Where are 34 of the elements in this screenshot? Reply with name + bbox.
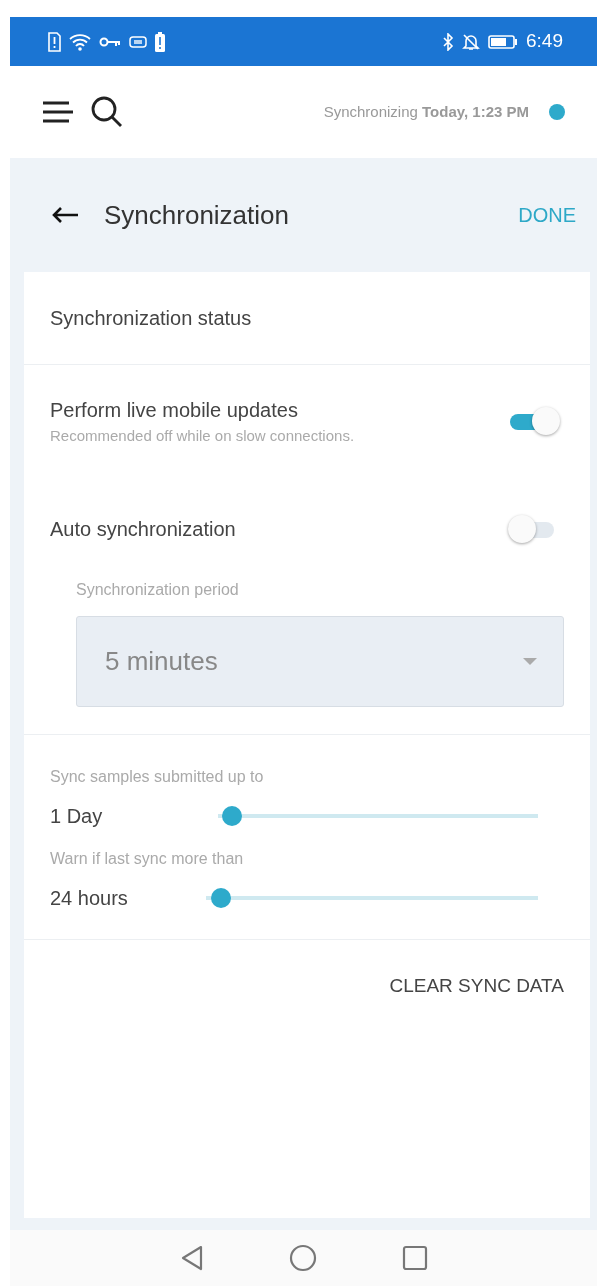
field-label: Synchronization period <box>76 579 240 600</box>
back-arrow-icon[interactable] <box>52 207 78 223</box>
toggle-switch[interactable] <box>508 406 560 437</box>
card-icon <box>129 35 147 48</box>
sim-alert-icon <box>48 31 61 52</box>
clock-time: 6:49 <box>526 29 563 54</box>
dropdown-caret-icon <box>523 657 537 665</box>
slider-track[interactable] <box>206 887 538 908</box>
slider-value: 24 hours <box>50 885 129 911</box>
section-heading[interactable]: Synchronization status <box>50 303 252 333</box>
slider-label: Sync samples submitted up to <box>50 766 265 787</box>
search-icon[interactable] <box>90 95 124 129</box>
setting-label: Perform live mobile updates <box>50 398 299 423</box>
status-dot <box>549 104 565 120</box>
setting-hint: Recommended off while on slow connections. <box>50 426 356 446</box>
sync-status-text: Synchronizing Today, 1:23 PM <box>323 101 529 122</box>
battery-icon <box>488 34 518 49</box>
battery-alert-icon <box>155 31 165 52</box>
setting-label: Auto synchronization <box>50 516 237 542</box>
wifi-icon <box>69 32 91 51</box>
muted-bell-icon <box>462 32 480 51</box>
slider-track[interactable] <box>218 805 538 826</box>
key-icon <box>99 35 121 48</box>
clear-sync-data-button[interactable]: CLEAR SYNC DATA <box>389 971 564 1000</box>
home-circle-icon[interactable] <box>288 1244 317 1272</box>
menu-icon[interactable] <box>42 101 74 123</box>
page-title: Synchronization <box>104 198 289 232</box>
bluetooth-icon <box>442 32 454 51</box>
slider-thumb[interactable] <box>210 887 231 908</box>
recent-apps-square-icon[interactable] <box>401 1245 428 1271</box>
slider-label: Warn if last sync more than <box>50 848 245 869</box>
back-triangle-icon[interactable] <box>179 1245 204 1271</box>
slider-thumb[interactable] <box>222 805 243 826</box>
slider-value: 1 Day <box>50 803 104 829</box>
